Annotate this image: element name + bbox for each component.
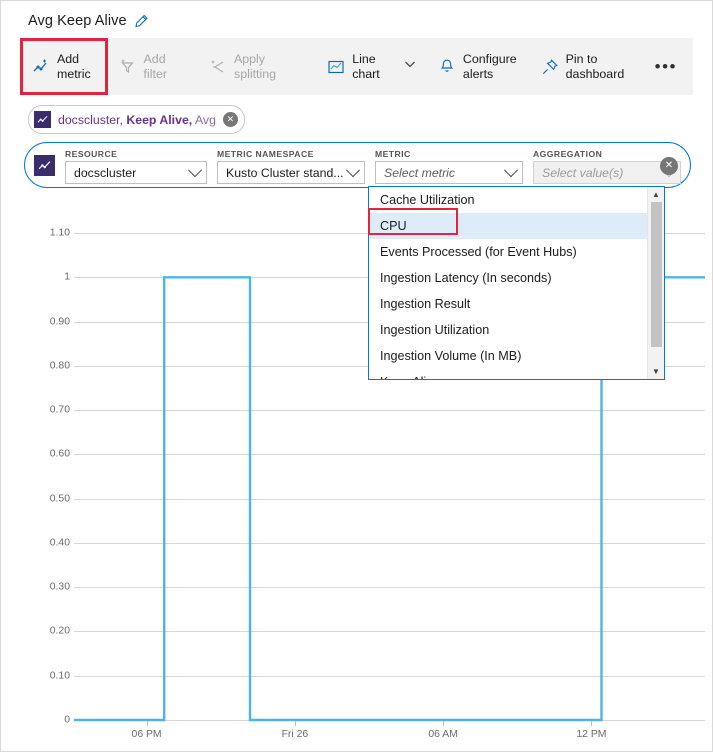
scroll-down-icon[interactable]: ▼ (648, 364, 664, 379)
add-metric-label-2: metric (57, 66, 91, 81)
line-chart-icon (327, 58, 345, 76)
aggregation-select[interactable]: Select value(s) (533, 161, 681, 184)
add-metric-label-1: Add (57, 51, 80, 66)
metric-picker-panel: RESOURCE docscluster METRIC NAMESPACE Ku… (24, 142, 691, 188)
dropdown-option-ingestion-latency-in-seconds[interactable]: Ingestion Latency (In seconds) (369, 265, 647, 291)
chevron-down-icon (503, 162, 519, 177)
x-axis-tick-mark (294, 721, 296, 726)
bell-icon (438, 58, 456, 76)
dropdown-option-keep-alive[interactable]: Keep Alive (369, 369, 647, 379)
add-filter-label-2: filter (143, 66, 167, 81)
metric-chart-icon (34, 111, 51, 128)
x-axis-tick-label: Fri 26 (281, 729, 309, 740)
metric-namespace-field: METRIC NAMESPACE Kusto Cluster stand... (217, 149, 365, 184)
dropdown-option-cpu[interactable]: CPU (369, 213, 647, 239)
line-chart-button[interactable]: Line chart (315, 38, 394, 95)
chevron-down-icon (345, 162, 361, 177)
add-filter-label-1: Add (143, 51, 166, 66)
dropdown-option-cache-utilization[interactable]: Cache Utilization (369, 187, 647, 213)
aggregation-select-value: Select value(s) (542, 165, 624, 180)
dropdown-option-ingestion-volume-in-mb[interactable]: Ingestion Volume (In MB) (369, 343, 647, 369)
pin-to-dashboard-label-2: dashboard (565, 66, 625, 81)
chart-type-dropdown-button[interactable] (394, 38, 426, 95)
metric-chart-icon (34, 155, 55, 176)
apply-splitting-label-1: Apply (234, 51, 265, 66)
configure-alerts-button[interactable]: Configure alerts (426, 38, 529, 95)
resource-select-value: docscluster (74, 165, 137, 180)
chip-metric: Keep Alive, (126, 112, 193, 127)
chip-close-icon[interactable]: ✕ (222, 112, 238, 127)
metric-field: METRIC Select metric (375, 149, 523, 184)
x-axis-tick-label: 12 PM (576, 729, 607, 740)
pencil-icon[interactable] (134, 14, 149, 29)
apply-splitting-label-2: splitting (234, 66, 277, 81)
apply-splitting-button[interactable]: Apply splitting (197, 38, 299, 95)
configure-alerts-label-2: alerts (462, 66, 494, 81)
x-axis-tick-label: 06 AM (428, 729, 458, 740)
x-axis-tick-mark (443, 721, 445, 726)
metric-select-value: Select metric (384, 165, 456, 180)
line-chart-label-2: chart (352, 66, 380, 81)
pin-to-dashboard-label-1: Pin to (565, 51, 598, 66)
chevron-down-icon (402, 56, 418, 77)
resource-field-label: RESOURCE (65, 149, 118, 159)
dropdown-scrollbar[interactable]: ▲ ▼ (647, 187, 664, 379)
chevron-down-icon (187, 162, 203, 177)
configure-alerts-label-1: Configure (462, 51, 517, 66)
aggregation-field: AGGREGATION Select value(s) (533, 149, 681, 184)
metric-chip[interactable]: docscluster, Keep Alive, Avg ✕ (28, 105, 245, 134)
metric-select[interactable]: Select metric (375, 161, 523, 184)
metric-namespace-select-value: Kusto Cluster stand... (226, 165, 344, 180)
scrollbar-thumb[interactable] (651, 202, 662, 347)
metric-chip-label: docscluster, Keep Alive, Avg (58, 113, 216, 127)
line-chart-label-1: Line (352, 51, 376, 66)
chip-aggregation: Avg (194, 112, 216, 127)
toolbar: Add metric Add filter Apply splitting Line c… (20, 38, 693, 95)
metric-field-label: METRIC (375, 149, 411, 159)
metric-namespace-select[interactable]: Kusto Cluster stand... (217, 161, 365, 184)
pin-to-dashboard-button[interactable]: Pin to dashboard (529, 38, 639, 95)
dropdown-option-ingestion-utilization[interactable]: Ingestion Utilization (369, 317, 647, 343)
add-metric-icon (32, 58, 50, 76)
chip-resource: docscluster, (58, 112, 123, 127)
scroll-up-icon[interactable]: ▲ (648, 187, 664, 202)
page-title: Avg Keep Alive (28, 13, 127, 29)
more-options-button[interactable]: ••• (639, 38, 693, 95)
dropdown-option-events-processed-for-event-hubs[interactable]: Events Processed (for Event Hubs) (369, 239, 647, 265)
apply-splitting-icon (209, 58, 227, 76)
pin-icon (541, 58, 559, 76)
x-axis-tick-mark (146, 721, 148, 726)
dropdown-option-ingestion-result[interactable]: Ingestion Result (369, 291, 647, 317)
add-metric-button[interactable]: Add metric (20, 38, 107, 95)
aggregation-field-label: AGGREGATION (533, 149, 603, 159)
resource-field: RESOURCE docscluster (65, 149, 207, 184)
add-filter-icon (119, 58, 137, 76)
metric-namespace-field-label: METRIC NAMESPACE (217, 149, 314, 159)
page-title-row: Avg Keep Alive (28, 10, 149, 32)
metric-options-dropdown[interactable]: Cache Utilization CPU Events Processed (fo… (368, 186, 665, 380)
picker-close-icon[interactable]: ✕ (660, 157, 678, 175)
x-axis-tick-label: 06 PM (131, 729, 162, 740)
resource-select[interactable]: docscluster (65, 161, 207, 184)
add-filter-button[interactable]: Add filter (107, 38, 197, 95)
x-axis-tick-mark (591, 721, 593, 726)
